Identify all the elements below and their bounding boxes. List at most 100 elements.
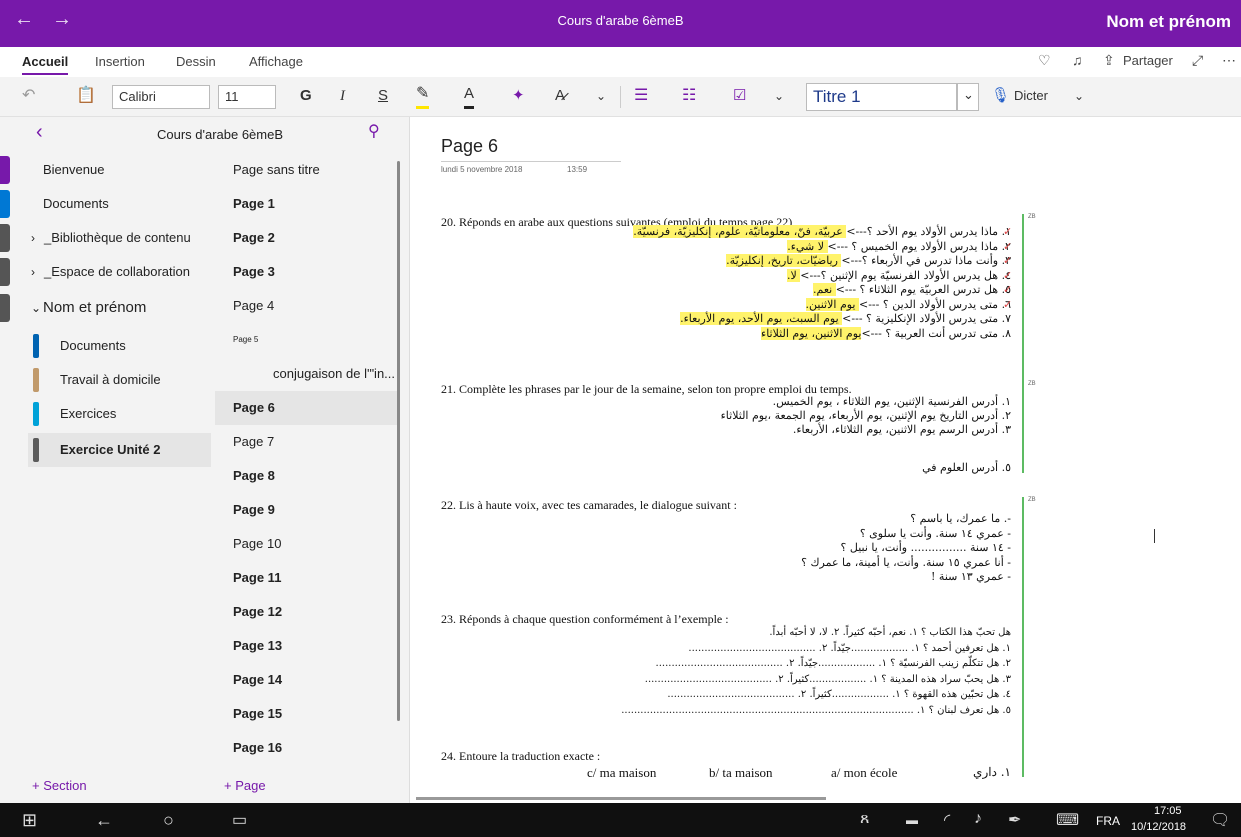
- numbered-list-icon[interactable]: ☷: [682, 85, 696, 109]
- tab-accueil[interactable]: Accueil: [22, 54, 69, 75]
- bell-icon[interactable]: ♫: [1072, 52, 1083, 68]
- arabic-line[interactable]: - عمري ١٤ سنة. وأنت يا سلوى ؟: [860, 527, 1011, 540]
- battery-icon[interactable]: ▬: [906, 813, 918, 827]
- page-item[interactable]: Page 16: [215, 731, 400, 759]
- subsection-item[interactable]: Exercices: [28, 397, 211, 431]
- italic-button[interactable]: I: [340, 85, 345, 109]
- back-icon[interactable]: ‹: [36, 121, 43, 144]
- chevron-right-icon[interactable]: ›: [31, 265, 35, 279]
- search-icon[interactable]: ⚲: [368, 121, 380, 141]
- microphone-icon[interactable]: 🎙: [991, 85, 1010, 109]
- subsection-item[interactable]: Documents: [28, 329, 211, 363]
- back-icon[interactable]: ←: [95, 810, 113, 831]
- page-canvas[interactable]: Page 6 lundi 5 novembre 2018 13:59 ZB 20…: [411, 117, 1241, 803]
- page-item[interactable]: conjugaison de l'"in...: [215, 357, 400, 391]
- page-item[interactable]: Page 4: [215, 289, 400, 323]
- arabic-line[interactable]: ٤. هل يدرس الأولاد الفرنسيّة يوم الإثنين…: [787, 268, 1011, 282]
- people-icon[interactable]: ጸ: [860, 810, 869, 828]
- format-painter-icon[interactable]: ✦: [512, 85, 525, 109]
- page-item[interactable]: Page 10: [215, 527, 400, 561]
- arabic-line[interactable]: ٨. متى تدرس أنت العربية ؟ --->يوم الاثني…: [761, 326, 1011, 340]
- highlight-icon[interactable]: ✎: [416, 85, 430, 109]
- arabic-line[interactable]: - أنا عمري ١٥ سنة. وأنت، يا أمينة، ما عم…: [801, 556, 1011, 569]
- scrollbar[interactable]: [397, 161, 400, 721]
- wifi-icon[interactable]: ◜: [944, 810, 950, 830]
- more-icon[interactable]: ⋯: [1222, 52, 1236, 69]
- arabic-line[interactable]: ٣. وأنت ماذا تدرس في الأربعاء ؟---> رياض…: [726, 254, 1011, 267]
- question-24[interactable]: 24. Entoure la traduction exacte :: [441, 749, 600, 764]
- arabic-line[interactable]: ٧. متى يدرس الأولاد الإنكليزية ؟ ---> يو…: [680, 312, 1011, 325]
- section-item[interactable]: Nom et prénom: [28, 291, 211, 325]
- page-item[interactable]: Page 5: [215, 323, 400, 357]
- undo-icon[interactable]: ↶: [22, 85, 35, 109]
- page-item[interactable]: Page 8: [215, 459, 400, 493]
- page-item[interactable]: Page 9: [215, 493, 400, 527]
- dictate-button[interactable]: Dicter: [1014, 85, 1048, 109]
- user-name[interactable]: Nom et prénom: [1106, 12, 1231, 32]
- bullet-list-icon[interactable]: ☰: [634, 85, 648, 109]
- arabic-line[interactable]: ٢. هل تتكلّم زينب الفرنسيّة ؟ ١. .......…: [656, 658, 1011, 669]
- lightbulb-icon[interactable]: ♡: [1038, 52, 1051, 69]
- arabic-line[interactable]: -. ما عمرك، يا باسم ؟: [910, 512, 1011, 525]
- page-item[interactable]: Page 7: [215, 425, 400, 459]
- style-select[interactable]: Titre 1: [806, 83, 957, 111]
- page-item[interactable]: Page 11: [215, 561, 400, 595]
- page-item[interactable]: Page 13: [215, 629, 400, 663]
- volume-icon[interactable]: ♪: [974, 810, 982, 828]
- font-color-icon[interactable]: A: [464, 85, 475, 109]
- underline-button[interactable]: S: [378, 85, 388, 109]
- add-page-button[interactable]: + Page: [224, 778, 266, 793]
- section-item[interactable]: _Espace de collaboration: [28, 255, 211, 289]
- bold-button[interactable]: G: [300, 85, 312, 109]
- page-item[interactable]: Page 12: [215, 595, 400, 629]
- subsection-item[interactable]: Exercice Unité 2: [28, 433, 211, 467]
- chevron-down-icon[interactable]: ⌄: [957, 83, 979, 111]
- chevron-right-icon[interactable]: ›: [31, 231, 35, 245]
- page-item[interactable]: Page 15: [215, 697, 400, 731]
- arabic-line[interactable]: ١. أدرس الفرنسية الإثنين، يوم الثلاثاء ،…: [773, 395, 1011, 408]
- clock-time[interactable]: 17:05: [1154, 805, 1182, 817]
- arabic-line[interactable]: ٥. هل تعرف لبنان ؟ ١. ..................…: [621, 705, 1011, 716]
- question-22[interactable]: 22. Lis à haute voix, avec tes camarades…: [441, 498, 737, 513]
- page-item[interactable]: Page 2: [215, 221, 400, 255]
- arabic-line[interactable]: ١. هل تعرفين أحمد ؟ ١. .................…: [688, 643, 1011, 654]
- share-button[interactable]: Partager: [1123, 53, 1173, 68]
- subsection-item[interactable]: Travail à domicile: [28, 363, 211, 397]
- page-item[interactable]: Page 6: [215, 391, 400, 425]
- arabic-line[interactable]: ٢. ماذا يدرس الأولاد يوم الخميس ؟ ---> ل…: [787, 239, 1011, 253]
- windows-start-icon[interactable]: ⊞: [22, 810, 37, 831]
- cortana-icon[interactable]: ○: [163, 810, 174, 831]
- chevron-down-icon[interactable]: ⌄: [774, 85, 784, 109]
- arabic-line[interactable]: ٤. هل تحبّين هذه القهوة ؟ ١. ...........…: [667, 689, 1011, 700]
- clipboard-icon[interactable]: 📋: [76, 85, 96, 109]
- horizontal-scrollbar[interactable]: [416, 797, 826, 800]
- arabic-line[interactable]: ٢. أدرس التاريخ يوم الإثنين، يوم الأربعا…: [721, 409, 1011, 422]
- pen-icon[interactable]: ✒: [1008, 810, 1021, 830]
- arabic-line[interactable]: هل تحبّ هذا الكتاب ؟ ١. نعم، أحبّه كثيرا…: [769, 627, 1011, 638]
- arabic-line[interactable]: ١. ماذا يدرس الأولاد يوم الأحد ؟---> عرب…: [633, 225, 1011, 238]
- add-section-button[interactable]: + Section: [32, 778, 87, 793]
- language-indicator[interactable]: FRA: [1096, 814, 1120, 828]
- task-view-icon[interactable]: ▭: [232, 810, 247, 830]
- page-item[interactable]: Page 1: [215, 187, 400, 221]
- page-item[interactable]: Page 14: [215, 663, 400, 697]
- page-item[interactable]: Page 3: [215, 255, 400, 289]
- section-item[interactable]: Documents: [28, 187, 211, 221]
- chevron-down-icon[interactable]: ⌄: [1074, 85, 1084, 109]
- page-item[interactable]: Page sans titre: [215, 153, 400, 187]
- section-item[interactable]: _Bibliothèque de contenu: [28, 221, 211, 255]
- arabic-line[interactable]: ٥. أدرس العلوم في: [922, 461, 1011, 474]
- clock-date[interactable]: 10/12/2018: [1131, 821, 1186, 833]
- font-select[interactable]: Calibri: [112, 85, 210, 109]
- font-size-select[interactable]: 11: [218, 85, 276, 109]
- tab-affichage[interactable]: Affichage: [249, 54, 303, 69]
- chevron-down-icon[interactable]: ⌄: [596, 85, 606, 109]
- page-title[interactable]: Page 6: [441, 136, 498, 157]
- section-item[interactable]: Bienvenue: [28, 153, 211, 187]
- checkbox-tag-icon[interactable]: ☑: [733, 85, 746, 109]
- keyboard-icon[interactable]: ⌨: [1056, 810, 1079, 830]
- arabic-line[interactable]: ٥. هل تدرس العربيّة يوم الثلاثاء ؟ ---> …: [813, 283, 1011, 296]
- arabic-line[interactable]: - عمري ١٣ سنة !: [931, 570, 1011, 583]
- notebook-name[interactable]: Cours d'arabe 6èmeB: [150, 127, 290, 142]
- tab-dessin[interactable]: Dessin: [176, 54, 216, 69]
